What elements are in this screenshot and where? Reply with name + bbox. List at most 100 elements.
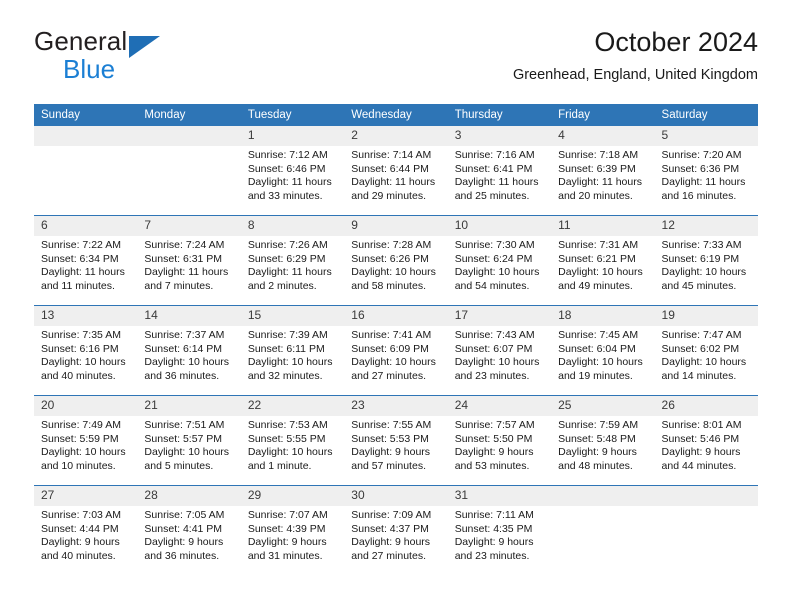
day-number: 30 [344, 486, 448, 506]
day-number: 8 [240, 216, 345, 236]
calendar-day-cell[interactable]: 2 Sunrise: 7:14 AM Sunset: 6:44 PM Daylight… [344, 126, 448, 216]
daylight-text: Daylight: 11 hours and 7 minutes. [144, 266, 229, 292]
calendar-day-cell[interactable]: 12 Sunrise: 7:33 AM Sunset: 6:19 PM Dayligh… [654, 215, 758, 306]
calendar-day-cell[interactable]: 11 Sunrise: 7:31 AM Sunset: 6:21 PM Dayligh… [551, 215, 655, 306]
sunrise-text: Sunrise: 7:11 AM [454, 509, 534, 521]
calendar-day-cell[interactable]: 6 Sunrise: 7:22 AM Sunset: 6:34 PM Daylight… [34, 215, 138, 306]
day-number: 25 [551, 396, 655, 416]
sunset-text: Sunset: 6:11 PM [247, 342, 325, 355]
calendar-day-cell[interactable]: 14 Sunrise: 7:37 AM Sunset: 6:14 PM Dayligh… [137, 305, 241, 396]
sunrise-text: Sunrise: 7:49 AM [41, 419, 121, 431]
daylight-text: Daylight: 9 hours and 27 minutes. [351, 536, 431, 562]
day-details: Sunrise: 7:22 AM Sunset: 6:34 PM Daylight:… [34, 236, 137, 293]
calendar-day-cell[interactable]: 4 Sunrise: 7:18 AM Sunset: 6:39 PM Daylight… [551, 126, 655, 216]
calendar-day-cell[interactable]: 16 Sunrise: 7:41 AM Sunset: 6:09 PM Dayligh… [344, 305, 448, 396]
calendar-day-cell[interactable]: 25 Sunrise: 7:59 AM Sunset: 5:48 PM Dayligh… [551, 395, 655, 486]
daylight-text: Daylight: 9 hours and 44 minutes. [661, 446, 741, 472]
day-number: 21 [137, 396, 241, 416]
day-number: 9 [344, 216, 448, 236]
calendar-day-cell-empty [34, 126, 138, 216]
calendar-day-cell[interactable]: 17 Sunrise: 7:43 AM Sunset: 6:07 PM Dayligh… [447, 305, 552, 396]
daylight-text: Daylight: 10 hours and 5 minutes. [144, 446, 230, 472]
sunset-text: Sunset: 6:19 PM [661, 252, 740, 265]
weekday-header-wednesday: Wednesday [344, 104, 448, 126]
triangle-icon [129, 36, 160, 58]
day-details: Sunrise: 7:33 AM Sunset: 6:19 PM Daylight:… [655, 236, 758, 293]
calendar-day-cell[interactable]: 31 Sunrise: 7:11 AM Sunset: 4:35 PM Dayligh… [447, 485, 552, 575]
sunset-text: Sunset: 4:41 PM [144, 522, 223, 535]
daylight-text: Daylight: 10 hours and 14 minutes. [661, 356, 747, 382]
sunset-text: Sunset: 4:37 PM [351, 522, 429, 535]
sunrise-text: Sunrise: 7:35 AM [41, 329, 121, 341]
sunrise-text: Sunrise: 7:14 AM [351, 149, 432, 161]
sunrise-text: Sunrise: 7:30 AM [454, 239, 535, 251]
sunset-text: Sunset: 6:44 PM [351, 162, 429, 175]
calendar-day-cell-empty [137, 126, 241, 216]
calendar-day-cell[interactable]: 8 Sunrise: 7:26 AM Sunset: 6:29 PM Daylight… [240, 215, 345, 306]
calendar-day-cell[interactable]: 18 Sunrise: 7:45 AM Sunset: 6:04 PM Dayligh… [551, 305, 655, 396]
day-number [551, 486, 655, 506]
calendar-day-cell[interactable]: 23 Sunrise: 7:55 AM Sunset: 5:53 PM Dayligh… [344, 395, 448, 486]
day-number: 3 [447, 126, 552, 146]
day-details: Sunrise: 7:30 AM Sunset: 6:24 PM Daylight:… [448, 236, 551, 293]
weekday-header-thursday: Thursday [447, 104, 552, 126]
generalblue-logo[interactable]: General Blue [34, 26, 264, 88]
calendar-day-cell[interactable]: 22 Sunrise: 7:53 AM Sunset: 5:55 PM Dayligh… [240, 395, 345, 486]
calendar-day-cell[interactable]: 19 Sunrise: 7:47 AM Sunset: 6:02 PM Dayligh… [654, 305, 758, 396]
day-number: 22 [240, 396, 345, 416]
daylight-text: Daylight: 9 hours and 31 minutes. [247, 536, 327, 562]
calendar-day-cell[interactable]: 7 Sunrise: 7:24 AM Sunset: 6:31 PM Daylight… [137, 215, 241, 306]
day-details: Sunrise: 7:03 AM Sunset: 4:44 PM Daylight:… [34, 506, 137, 563]
sunset-text: Sunset: 5:55 PM [247, 432, 326, 445]
calendar-day-cell[interactable]: 29 Sunrise: 7:07 AM Sunset: 4:39 PM Dayligh… [240, 485, 345, 575]
sunset-text: Sunset: 4:44 PM [41, 522, 119, 535]
calendar-day-cell[interactable]: 1 Sunrise: 7:12 AM Sunset: 6:46 PM Daylight… [240, 126, 345, 216]
day-number: 6 [34, 216, 138, 236]
sunrise-text: Sunrise: 7:39 AM [247, 329, 328, 341]
calendar-page: General Blue October 2024 Greenhead, Eng… [0, 0, 792, 612]
day-details: Sunrise: 8:01 AM Sunset: 5:46 PM Daylight:… [655, 416, 758, 473]
weekday-header-sunday: Sunday [34, 104, 138, 126]
sunset-text: Sunset: 5:46 PM [661, 432, 740, 445]
daylight-text: Daylight: 10 hours and 49 minutes. [558, 266, 643, 292]
sunset-text: Sunset: 4:39 PM [247, 522, 326, 535]
title-block: October 2024 Greenhead, England, United … [513, 26, 758, 85]
daylight-text: Daylight: 10 hours and 19 minutes. [558, 356, 643, 382]
calendar-day-cell[interactable]: 30 Sunrise: 7:09 AM Sunset: 4:37 PM Dayligh… [344, 485, 448, 575]
day-number: 4 [551, 126, 655, 146]
calendar-day-cell[interactable]: 10 Sunrise: 7:30 AM Sunset: 6:24 PM Dayligh… [447, 215, 552, 306]
day-number: 16 [344, 306, 448, 326]
day-number: 13 [34, 306, 138, 326]
calendar-day-cell[interactable]: 15 Sunrise: 7:39 AM Sunset: 6:11 PM Dayligh… [240, 305, 345, 396]
day-number: 14 [137, 306, 241, 326]
sunrise-text: Sunrise: 7:59 AM [558, 419, 639, 431]
sunset-text: Sunset: 6:46 PM [247, 162, 326, 175]
sunrise-text: Sunrise: 7:18 AM [558, 149, 639, 161]
day-number: 24 [447, 396, 552, 416]
calendar-day-cell[interactable]: 26 Sunrise: 8:01 AM Sunset: 5:46 PM Dayligh… [654, 395, 758, 486]
calendar-day-cell[interactable]: 24 Sunrise: 7:57 AM Sunset: 5:50 PM Dayligh… [447, 395, 552, 486]
sunrise-text: Sunrise: 7:26 AM [247, 239, 328, 251]
calendar-day-cell-empty [551, 485, 655, 575]
calendar-day-cell[interactable]: 9 Sunrise: 7:28 AM Sunset: 6:26 PM Daylight… [344, 215, 448, 306]
day-number: 27 [34, 486, 138, 506]
calendar-day-cell[interactable]: 20 Sunrise: 7:49 AM Sunset: 5:59 PM Dayligh… [34, 395, 138, 486]
sunset-text: Sunset: 5:57 PM [144, 432, 223, 445]
day-details: Sunrise: 7:24 AM Sunset: 6:31 PM Daylight:… [137, 236, 240, 293]
calendar-day-cell[interactable]: 21 Sunrise: 7:51 AM Sunset: 5:57 PM Dayligh… [137, 395, 241, 486]
daylight-text: Daylight: 10 hours and 45 minutes. [661, 266, 747, 292]
daylight-text: Daylight: 9 hours and 36 minutes. [144, 536, 224, 562]
page-header: General Blue October 2024 Greenhead, Eng… [34, 26, 758, 94]
weekday-header-friday: Friday [551, 104, 655, 126]
logo-text-general: General [34, 26, 128, 56]
day-number: 23 [344, 396, 448, 416]
daylight-text: Daylight: 10 hours and 10 minutes. [41, 446, 126, 472]
daylight-text: Daylight: 11 hours and 20 minutes. [558, 176, 642, 202]
calendar-day-cell[interactable]: 3 Sunrise: 7:16 AM Sunset: 6:41 PM Daylight… [447, 126, 552, 216]
day-details: Sunrise: 7:45 AM Sunset: 6:04 PM Daylight:… [551, 326, 654, 383]
calendar-day-cell[interactable]: 5 Sunrise: 7:20 AM Sunset: 6:36 PM Daylight… [654, 126, 758, 216]
calendar-day-cell[interactable]: 27 Sunrise: 7:03 AM Sunset: 4:44 PM Dayligh… [34, 485, 138, 575]
calendar-day-cell[interactable]: 28 Sunrise: 7:05 AM Sunset: 4:41 PM Dayligh… [137, 485, 241, 575]
day-number: 15 [240, 306, 345, 326]
calendar-day-cell[interactable]: 13 Sunrise: 7:35 AM Sunset: 6:16 PM Dayligh… [34, 305, 138, 396]
